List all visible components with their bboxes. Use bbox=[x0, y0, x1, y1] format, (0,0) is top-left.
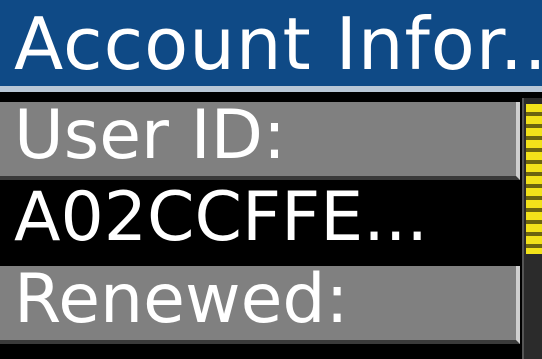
user-id-value: A02CCFFE... bbox=[14, 184, 429, 257]
title-bar: Account Infor... bbox=[0, 0, 542, 92]
renewed-label: Renewed: bbox=[14, 266, 349, 339]
list-item-user-id-label[interactable]: User ID: bbox=[0, 102, 520, 180]
vertical-scrollbar[interactable] bbox=[522, 98, 542, 359]
user-id-label: User ID: bbox=[14, 102, 286, 175]
list-item-user-id-value[interactable]: A02CCFFE... bbox=[0, 184, 520, 262]
account-info-screen: Account Infor... User ID: A02CCFFE... Re… bbox=[0, 0, 542, 359]
account-info-list: User ID: A02CCFFE... Renewed: bbox=[0, 98, 522, 359]
screen-title: Account Infor... bbox=[14, 2, 542, 86]
list-item-renewed-label[interactable]: Renewed: bbox=[0, 266, 520, 344]
scrollbar-thumb[interactable] bbox=[526, 104, 542, 254]
